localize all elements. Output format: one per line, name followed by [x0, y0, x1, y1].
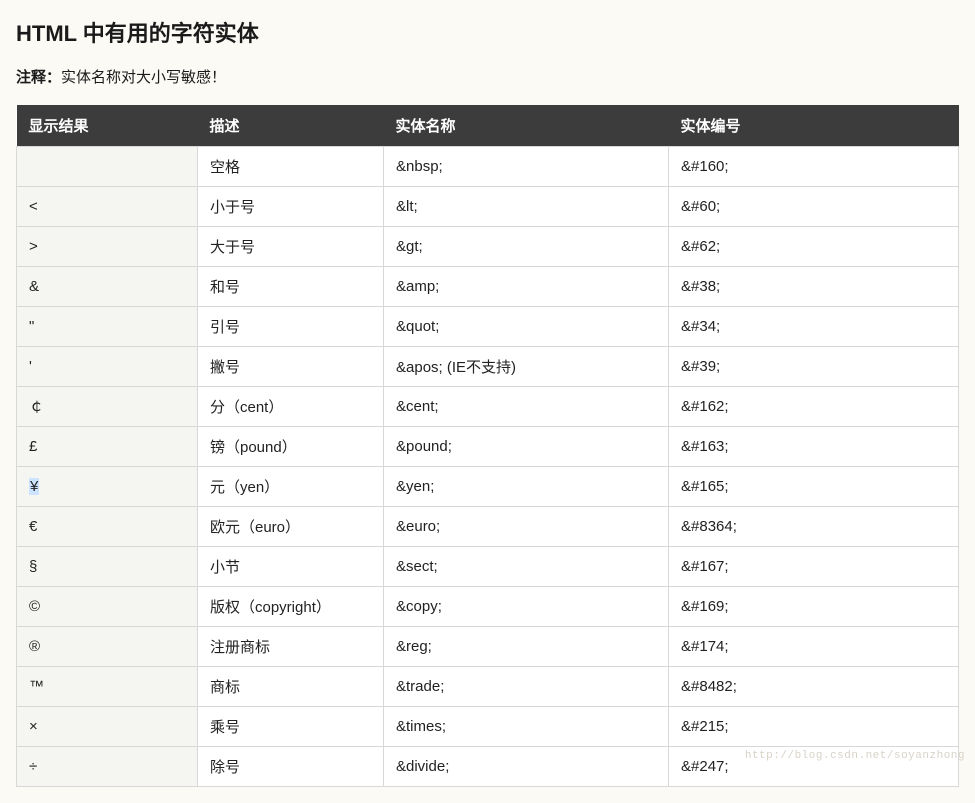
- note-line: 注释：实体名称对大小写敏感！: [16, 66, 959, 87]
- table-row: >大于号&gt;&#62;: [17, 227, 959, 267]
- cell-entity-name: &sect;: [384, 547, 669, 587]
- th-number: 实体编号: [669, 105, 959, 147]
- cell-entity-number: &#169;: [669, 587, 959, 627]
- cell-entity-number: &#39;: [669, 347, 959, 387]
- table-row: "引号&quot;&#34;: [17, 307, 959, 347]
- cell-display: ¥: [17, 467, 198, 507]
- note-text: 实体名称对大小写敏感！: [61, 69, 226, 86]
- table-row: €欧元（euro）&euro;&#8364;: [17, 507, 959, 547]
- page-heading: HTML 中有用的字符实体: [16, 16, 959, 48]
- cell-entity-number: &#215;: [669, 707, 959, 747]
- cell-desc: 小节: [198, 547, 384, 587]
- table-row: §小节&sect;&#167;: [17, 547, 959, 587]
- cell-display: €: [17, 507, 198, 547]
- cell-entity-number: &#165;: [669, 467, 959, 507]
- cell-entity-name: &times;: [384, 707, 669, 747]
- cell-desc: 欧元（euro）: [198, 507, 384, 547]
- cell-display: ': [17, 347, 198, 387]
- cell-display: <: [17, 187, 198, 227]
- cell-entity-name: &gt;: [384, 227, 669, 267]
- highlighted-char: ¥: [29, 478, 39, 495]
- cell-entity-name: &quot;: [384, 307, 669, 347]
- cell-entity-number: &#8482;: [669, 667, 959, 707]
- cell-desc: 商标: [198, 667, 384, 707]
- cell-display: §: [17, 547, 198, 587]
- cell-entity-name: &cent;: [384, 387, 669, 427]
- cell-desc: 除号: [198, 747, 384, 787]
- cell-entity-number: &#167;: [669, 547, 959, 587]
- cell-entity-name: &nbsp;: [384, 147, 669, 187]
- cell-entity-name: &yen;: [384, 467, 669, 507]
- cell-desc: 撇号: [198, 347, 384, 387]
- table-row: &和号&amp;&#38;: [17, 267, 959, 307]
- table-row: ￠分（cent）&cent;&#162;: [17, 387, 959, 427]
- header-row: 显示结果 描述 实体名称 实体编号: [17, 105, 959, 147]
- cell-desc: 引号: [198, 307, 384, 347]
- cell-entity-name: &amp;: [384, 267, 669, 307]
- cell-entity-name: &apos; (IE不支持): [384, 347, 669, 387]
- cell-entity-number: &#62;: [669, 227, 959, 267]
- cell-entity-name: &trade;: [384, 667, 669, 707]
- cell-desc: 分（cent）: [198, 387, 384, 427]
- entities-table: 显示结果 描述 实体名称 实体编号 空格&nbsp;&#160;<小于号&lt;…: [16, 105, 959, 787]
- cell-desc: 镑（pound）: [198, 427, 384, 467]
- cell-display: ®: [17, 627, 198, 667]
- cell-desc: 注册商标: [198, 627, 384, 667]
- table-row: ®注册商标&reg;&#174;: [17, 627, 959, 667]
- cell-display: ™: [17, 667, 198, 707]
- cell-display: ￠: [17, 387, 198, 427]
- cell-display: ×: [17, 707, 198, 747]
- cell-display: £: [17, 427, 198, 467]
- th-display: 显示结果: [17, 105, 198, 147]
- cell-display: [17, 147, 198, 187]
- th-name: 实体名称: [384, 105, 669, 147]
- cell-entity-number: &#174;: [669, 627, 959, 667]
- cell-entity-number: &#162;: [669, 387, 959, 427]
- table-row: ×乘号&times;&#215;: [17, 707, 959, 747]
- cell-desc: 小于号: [198, 187, 384, 227]
- table-row: ©版权（copyright）&copy;&#169;: [17, 587, 959, 627]
- th-desc: 描述: [198, 105, 384, 147]
- table-row: 空格&nbsp;&#160;: [17, 147, 959, 187]
- table-row: £镑（pound）&pound;&#163;: [17, 427, 959, 467]
- cell-entity-name: &lt;: [384, 187, 669, 227]
- cell-entity-name: &euro;: [384, 507, 669, 547]
- table-row: '撇号&apos; (IE不支持)&#39;: [17, 347, 959, 387]
- cell-desc: 乘号: [198, 707, 384, 747]
- table-row: ¥ 元（yen）&yen;&#165;: [17, 467, 959, 507]
- cell-entity-number: &#163;: [669, 427, 959, 467]
- cell-entity-name: &reg;: [384, 627, 669, 667]
- cell-entity-number: &#8364;: [669, 507, 959, 547]
- cell-display: ": [17, 307, 198, 347]
- cell-entity-number: &#34;: [669, 307, 959, 347]
- cell-entity-name: &pound;: [384, 427, 669, 467]
- cell-desc: 版权（copyright）: [198, 587, 384, 627]
- cell-desc: 空格: [198, 147, 384, 187]
- table-row: <小于号&lt;&#60;: [17, 187, 959, 227]
- cell-display: ÷: [17, 747, 198, 787]
- cell-display: &: [17, 267, 198, 307]
- cell-entity-name: &divide;: [384, 747, 669, 787]
- cell-desc: 大于号: [198, 227, 384, 267]
- watermark-text: http://blog.csdn.net/soyanzhong: [745, 750, 965, 762]
- note-label: 注释：: [16, 69, 61, 86]
- table-row: ™商标&trade;&#8482;: [17, 667, 959, 707]
- cell-entity-number: &#38;: [669, 267, 959, 307]
- cell-entity-number: &#160;: [669, 147, 959, 187]
- cell-desc: 和号: [198, 267, 384, 307]
- cell-display: ©: [17, 587, 198, 627]
- cell-desc: 元（yen）: [198, 467, 384, 507]
- cell-entity-number: &#60;: [669, 187, 959, 227]
- cell-entity-name: &copy;: [384, 587, 669, 627]
- cell-display: >: [17, 227, 198, 267]
